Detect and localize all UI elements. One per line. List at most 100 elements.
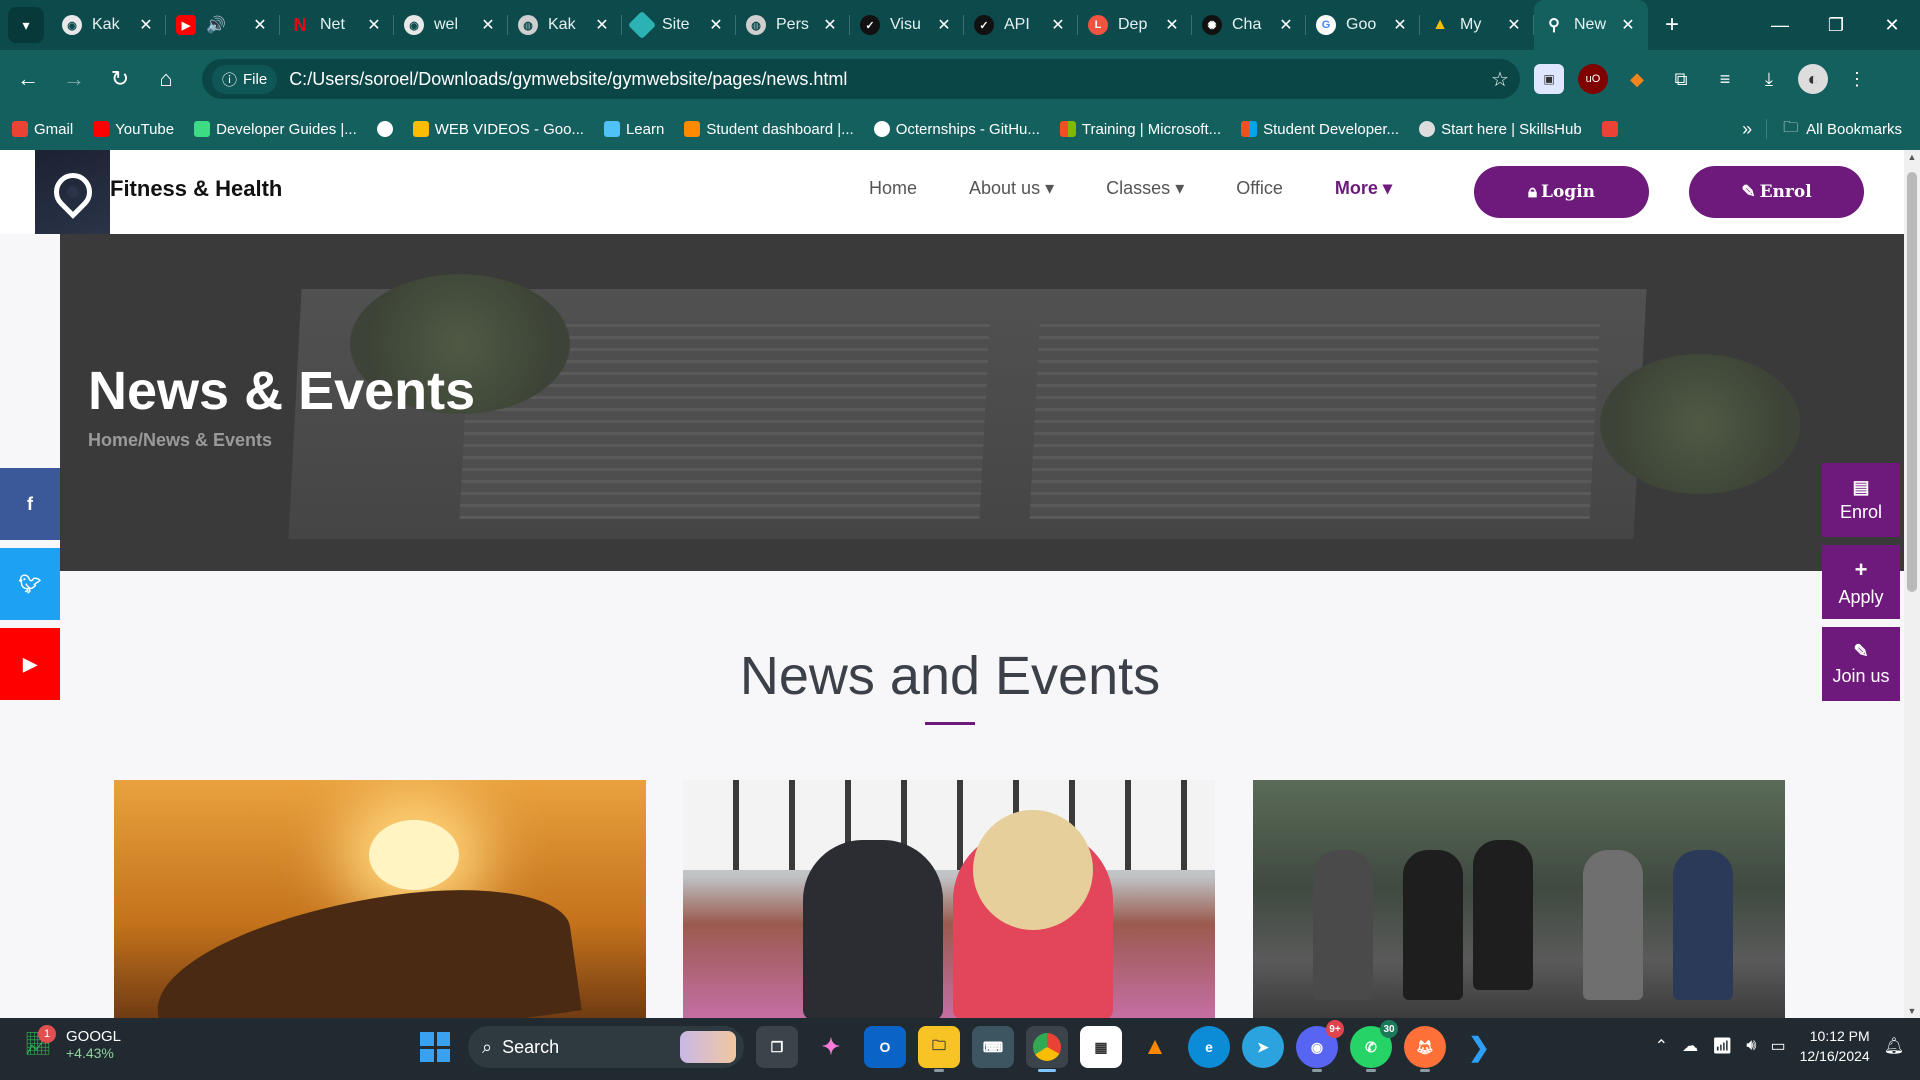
youtube-link[interactable]: ▶ [0, 628, 60, 700]
new-tab-button[interactable]: + [1654, 7, 1690, 43]
bookmark-student-developer[interactable]: Student Developer... [1241, 121, 1399, 138]
nav-about-dropdown[interactable]: About us ▾ [969, 178, 1054, 199]
browser-tab[interactable]: ✓ API ✕ [964, 0, 1078, 50]
bookmark-gmail[interactable]: Gmail [12, 121, 73, 138]
bookmark-gmail-2[interactable] [1601, 121, 1618, 137]
bookmark-octernships[interactable]: Octernships - GitHu... [873, 121, 1040, 138]
close-icon[interactable]: ✕ [706, 15, 726, 35]
nav-classes-dropdown[interactable]: Classes ▾ [1106, 178, 1184, 199]
extension-icon[interactable]: ▣ [1534, 64, 1564, 94]
bookmark-developer-guides[interactable]: Developer Guides |... [194, 121, 357, 138]
bookmark-student-dashboard[interactable]: Student dashboard |... [684, 121, 854, 138]
side-enrol-button[interactable]: ▤ Enrol [1822, 463, 1900, 537]
back-button[interactable]: ← [6, 57, 50, 101]
edge-icon[interactable]: e [1188, 1026, 1230, 1068]
download-icon[interactable]: ⤓ [1754, 64, 1784, 94]
nav-office[interactable]: Office [1236, 178, 1283, 199]
browser-tab[interactable]: G Goo ✕ [1306, 0, 1420, 50]
whatsapp-icon[interactable]: ✆ 30 [1350, 1020, 1398, 1072]
close-icon[interactable]: ✕ [1276, 15, 1296, 35]
stock-widget[interactable]: 📈︎ 1 GOOGL +4.43% [24, 1024, 121, 1061]
news-card-image[interactable] [683, 780, 1215, 1018]
restore-icon[interactable]: ❐ [1808, 0, 1864, 50]
close-icon[interactable]: ✕ [592, 15, 612, 35]
browser-tab[interactable]: ▶ 🔊 ✕ [166, 0, 280, 50]
minimize-icon[interactable]: — [1752, 0, 1808, 50]
task-view-icon[interactable]: ❐ [756, 1026, 798, 1068]
brand-name[interactable]: Fitness & Health [110, 176, 282, 202]
forward-button[interactable]: → [52, 57, 96, 101]
browser-tab[interactable]: Site ✕ [622, 0, 736, 50]
bookmark-web-videos[interactable]: WEB VIDEOS - Goo... [412, 121, 584, 138]
scroll-down-icon[interactable]: ▼ [1904, 1006, 1920, 1016]
speaker-icon[interactable]: 🔊 [206, 15, 250, 35]
chevron-up-icon[interactable]: ⌃ [1655, 1036, 1668, 1056]
copilot-icon[interactable]: ✦ [810, 1026, 852, 1068]
bookmark-google[interactable] [376, 121, 393, 137]
cloud-icon[interactable]: ☁ [1682, 1036, 1698, 1056]
browser-tab[interactable]: ✓ Visu ✕ [850, 0, 964, 50]
browser-tab[interactable]: ◍ Kak ✕ [508, 0, 622, 50]
more-bookmarks-icon[interactable]: » [1742, 119, 1752, 140]
kebab-menu-icon[interactable]: ⋮ [1842, 64, 1872, 94]
media-control-icon[interactable]: ≡ [1710, 64, 1740, 94]
browser-tab[interactable]: ◉ wel ✕ [394, 0, 508, 50]
site-logo[interactable] [35, 150, 110, 234]
bookmark-training-microsoft[interactable]: Training | Microsoft... [1059, 121, 1221, 138]
page-scrollbar[interactable]: ▲ ▼ [1904, 150, 1920, 1018]
firefox-icon[interactable]: 🦊︎ [1404, 1026, 1446, 1072]
discord-icon[interactable]: ◉ 9+ [1296, 1020, 1344, 1072]
home-button[interactable]: ⌂ [144, 57, 188, 101]
nav-home[interactable]: Home [869, 178, 917, 199]
nav-more-dropdown[interactable]: More ▾ [1335, 178, 1392, 199]
all-bookmarks-button[interactable]: 🗀 All Bookmarks [1783, 117, 1902, 142]
metamask-icon[interactable]: ◆ [1622, 64, 1652, 94]
scrollbar-thumb[interactable] [1907, 172, 1917, 592]
browser-tab[interactable]: L Dep ✕ [1078, 0, 1192, 50]
clock[interactable]: 10:12 PM 12/16/2024 [1800, 1026, 1870, 1066]
browser-tab[interactable]: ◍ Pers ✕ [736, 0, 850, 50]
twitter-link[interactable]: 🐦︎ [0, 548, 60, 620]
bookmark-skillshub[interactable]: Start here | SkillsHub [1419, 121, 1582, 138]
notification-bell-icon[interactable]: 🔔︎ [1884, 1036, 1904, 1056]
browser-tab[interactable]: ▲ My ✕ [1420, 0, 1534, 50]
outlook-icon[interactable]: O [864, 1026, 906, 1068]
close-icon[interactable]: ✕ [250, 15, 270, 35]
bookmark-youtube[interactable]: YouTube [93, 121, 174, 138]
url-text[interactable]: C:/Users/soroel/Downloads/gymwebsite/gym… [289, 69, 1480, 90]
close-icon[interactable]: ✕ [1390, 15, 1410, 35]
close-icon[interactable]: ✕ [1162, 15, 1182, 35]
site-info-chip[interactable]: ⓘ File [212, 64, 278, 94]
close-icon[interactable]: ✕ [364, 15, 384, 35]
bookmark-learn[interactable]: Learn [603, 121, 664, 138]
scroll-up-icon[interactable]: ▲ [1904, 152, 1920, 162]
reload-button[interactable]: ↻ [98, 57, 142, 101]
taskbar-search[interactable]: ⌕ Search [468, 1026, 744, 1068]
enrol-button[interactable]: ✎ Enrol [1689, 166, 1864, 218]
close-icon[interactable]: ✕ [820, 15, 840, 35]
keyboard-app-icon[interactable]: ⌨ [972, 1026, 1014, 1068]
browser-tab-active[interactable]: ⚲ New ✕ [1534, 0, 1648, 50]
side-apply-button[interactable]: + Apply [1822, 545, 1900, 619]
tab-search-button[interactable]: ▾ [8, 7, 44, 43]
browser-tab[interactable]: N Net ✕ [280, 0, 394, 50]
side-join-button[interactable]: ✎ Join us [1822, 627, 1900, 701]
close-icon[interactable]: ✕ [1048, 15, 1068, 35]
facebook-link[interactable]: f [0, 468, 60, 540]
vscode-icon[interactable]: ❯ [1458, 1026, 1500, 1068]
ublock-icon[interactable]: uO [1578, 64, 1608, 94]
news-card-image[interactable] [1253, 780, 1785, 1018]
close-icon[interactable]: ✕ [934, 15, 954, 35]
browser-tab[interactable]: ◉ Kak ✕ [52, 0, 166, 50]
news-card-image[interactable] [114, 780, 646, 1018]
speaker-icon[interactable]: 🔊︎ [1746, 1037, 1756, 1055]
close-icon[interactable]: ✕ [478, 15, 498, 35]
bookmark-star-icon[interactable]: ☆ [1480, 67, 1520, 92]
breadcrumb[interactable]: Home/News & Events [88, 430, 272, 451]
avatar[interactable]: ◐ [1798, 64, 1828, 94]
start-button[interactable] [414, 1026, 456, 1068]
login-button[interactable]: 🔒︎ Login [1474, 166, 1649, 218]
battery-icon[interactable]: ▭ [1770, 1036, 1785, 1056]
close-icon[interactable]: ✕ [136, 15, 156, 35]
address-bar[interactable]: ⓘ File C:/Users/soroel/Downloads/gymwebsi… [202, 59, 1520, 99]
